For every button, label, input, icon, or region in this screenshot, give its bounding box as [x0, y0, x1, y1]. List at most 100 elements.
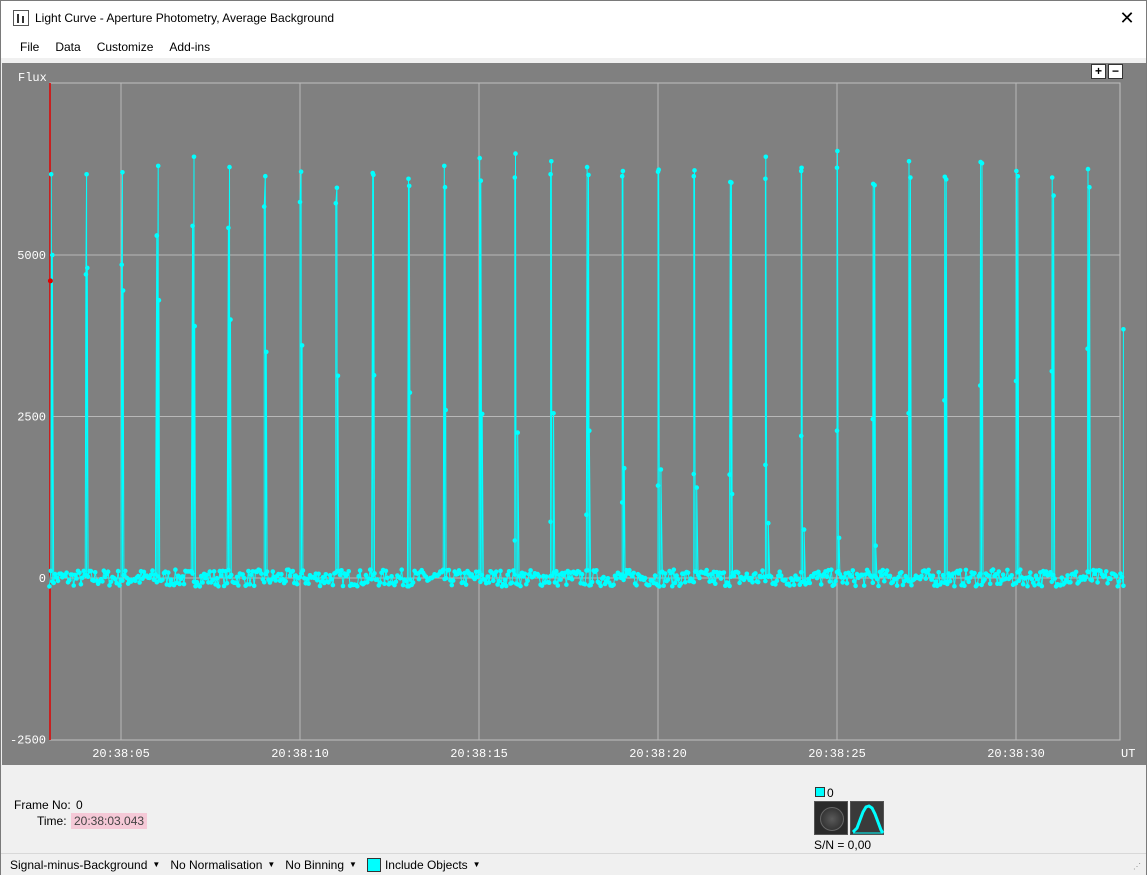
menu-add-ins[interactable]: Add-ins [161, 38, 218, 56]
flux-data-point [410, 580, 416, 585]
flux-data-point [407, 390, 413, 395]
flux-data-point [870, 580, 876, 585]
flux-data-point [1113, 573, 1119, 579]
include-objects-dropdown[interactable]: Include Objects ▼ [366, 857, 481, 872]
flux-data-point [727, 472, 732, 477]
flux-data-point [323, 572, 329, 577]
flux-data-point [218, 573, 224, 578]
flux-data-point [1018, 567, 1023, 572]
flux-data-point [1102, 573, 1108, 578]
flux-data-point [834, 428, 840, 434]
app-icon [13, 10, 29, 26]
flux-data-point [1073, 569, 1079, 575]
sn-readout: S/N = 0,00 [814, 838, 872, 852]
flux-data-point [718, 576, 724, 581]
flux-data-point [586, 172, 591, 178]
flux-data-point [1065, 573, 1070, 578]
flux-data-point [314, 578, 320, 583]
menu-customize[interactable]: Customize [89, 38, 162, 56]
flux-data-point [682, 579, 688, 585]
flux-data-point [458, 570, 463, 576]
flux-data-point [156, 297, 162, 303]
flux-data-point [735, 570, 741, 575]
zoom-out-button[interactable]: − [1108, 64, 1123, 79]
flux-data-point [873, 543, 878, 548]
flux-data-point [406, 183, 412, 189]
flux-data-point [287, 573, 293, 579]
star-thumbnail[interactable] [814, 801, 848, 835]
status-bar: Signal-minus-Background ▼ No Normalisati… [1, 853, 1146, 875]
flux-data-point [304, 576, 310, 582]
resize-grip-icon[interactable]: ⋰ [1133, 862, 1143, 872]
flux-data-point [1083, 574, 1089, 580]
close-button[interactable]: ✕ [1116, 7, 1138, 29]
flux-data-point [83, 272, 89, 277]
flux-data-point [1086, 569, 1092, 575]
chart-svg[interactable]: -2500 0 2500 5000 20:38:05 20:38:10 20:38:15 20… [2, 63, 1146, 765]
signal-mode-dropdown[interactable]: Signal-minus-Background ▼ [10, 858, 160, 872]
flux-data-point [135, 573, 141, 579]
flux-data-point [264, 349, 269, 355]
flux-data-point [1085, 166, 1091, 172]
flux-data-point [952, 583, 957, 589]
chevron-down-icon: ▼ [349, 860, 357, 869]
flux-data-point [836, 535, 842, 541]
flux-data-point [385, 575, 390, 581]
flux-data-point [1051, 193, 1056, 198]
flux-data-point [894, 583, 900, 588]
flux-data-point [729, 180, 734, 185]
flux-data-point [120, 578, 125, 583]
flux-data-point [120, 170, 125, 175]
flux-data-point [486, 580, 492, 585]
flux-data-point [137, 580, 142, 585]
flux-data-point [190, 223, 195, 229]
flux-data-point [449, 582, 455, 588]
flux-data-point [1039, 583, 1045, 589]
flux-data-point [760, 568, 765, 573]
flux-data-point [1121, 327, 1126, 332]
flux-data-point [228, 317, 233, 322]
flux-data-point [692, 168, 697, 173]
flux-data-point [229, 572, 234, 578]
zoom-in-button[interactable]: + [1091, 64, 1106, 79]
flux-data-point [947, 578, 953, 584]
flux-data-point [834, 165, 840, 171]
flux-data-point [713, 581, 718, 586]
menu-data[interactable]: Data [47, 38, 88, 56]
flux-data-point [1105, 581, 1110, 586]
flux-data-point [406, 176, 411, 182]
flux-data-point [108, 579, 114, 585]
flux-data-point [416, 576, 422, 582]
flux-data-point [926, 567, 931, 573]
binning-dropdown[interactable]: No Binning ▼ [285, 858, 357, 872]
object-color-swatch[interactable] [815, 787, 825, 797]
flux-data-point [100, 579, 105, 584]
light-curve-chart[interactable]: -2500 0 2500 5000 20:38:05 20:38:10 20:38:15 20… [2, 63, 1146, 765]
flux-data-point [675, 576, 681, 582]
flux-data-point [933, 579, 939, 584]
flux-data-point [173, 567, 178, 572]
flux-data-point [619, 500, 625, 505]
psf-profile-thumbnail[interactable] [850, 801, 885, 835]
flux-data-point [335, 373, 341, 379]
flux-data-point [763, 176, 768, 182]
flux-data-point [763, 462, 768, 468]
flux-data-point [264, 569, 270, 574]
flux-data-point [297, 199, 303, 205]
menu-file[interactable]: File [12, 38, 47, 56]
flux-data-point [399, 567, 405, 572]
flux-data-point [55, 578, 61, 584]
time-label: Time: [37, 814, 67, 828]
flux-data-point [496, 578, 502, 584]
flux-data-point [704, 567, 709, 573]
flux-data-point [1014, 168, 1019, 174]
flux-data-point [493, 569, 499, 574]
flux-data-point [377, 580, 383, 585]
flux-data-point [224, 580, 230, 586]
normalisation-dropdown[interactable]: No Normalisation ▼ [170, 858, 275, 872]
flux-data-point [536, 574, 542, 579]
flux-data-point [763, 578, 768, 584]
info-panel: Frame No: 0 Time: 20:38:03.043 0 S/N = 0… [1, 765, 1146, 853]
y-tick-label: 0 [39, 572, 46, 586]
flux-data-point [1013, 378, 1019, 384]
